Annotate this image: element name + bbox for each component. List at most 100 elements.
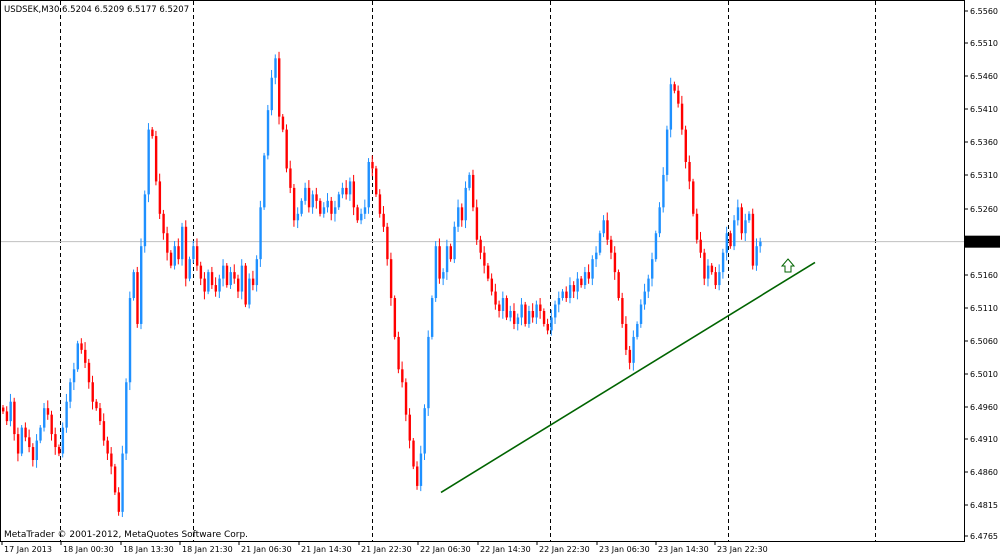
candle[interactable] <box>140 238 143 330</box>
candle[interactable] <box>248 273 251 309</box>
candle[interactable] <box>259 200 262 267</box>
candle[interactable] <box>319 198 322 217</box>
candle[interactable] <box>542 308 546 327</box>
candle[interactable] <box>397 331 400 374</box>
candle[interactable] <box>225 263 229 288</box>
candle-body <box>393 298 397 337</box>
candle[interactable] <box>154 130 158 186</box>
candle[interactable] <box>751 208 755 270</box>
candle-body <box>43 408 46 428</box>
candle-body <box>587 272 591 279</box>
candle[interactable] <box>658 202 661 238</box>
candle[interactable] <box>524 301 527 327</box>
candle-body <box>192 246 195 260</box>
candle[interactable] <box>729 230 732 249</box>
candle[interactable] <box>430 295 434 340</box>
candle[interactable] <box>621 292 624 328</box>
candle[interactable] <box>113 463 117 495</box>
candle[interactable] <box>669 77 673 138</box>
candle[interactable] <box>505 295 508 321</box>
candle[interactable] <box>128 291 132 391</box>
candle[interactable] <box>337 191 341 210</box>
candle[interactable] <box>207 269 210 295</box>
candle-body <box>464 187 467 221</box>
candle[interactable] <box>76 340 79 372</box>
candle[interactable] <box>20 425 24 457</box>
candle[interactable] <box>471 169 475 212</box>
candle-body <box>106 440 109 454</box>
candle-body <box>31 447 35 461</box>
candle[interactable] <box>356 204 359 223</box>
candle-body <box>572 285 576 292</box>
price-chart[interactable]: 6.5560 6.5510 6.5460 6.5410 6.5360 6.5310 6.52… <box>0 0 1000 557</box>
candle-body <box>714 272 717 286</box>
candle-body <box>475 207 479 240</box>
candle[interactable] <box>636 321 639 340</box>
candle[interactable] <box>147 123 150 203</box>
candle[interactable] <box>132 269 135 301</box>
candle-body <box>371 161 374 169</box>
candle[interactable] <box>598 230 602 256</box>
candle[interactable] <box>136 266 139 328</box>
candle-body <box>419 453 423 486</box>
candle[interactable] <box>486 263 490 282</box>
candle[interactable] <box>423 404 426 461</box>
candle[interactable] <box>281 114 285 133</box>
candle-body <box>188 259 191 279</box>
candle[interactable] <box>692 178 695 217</box>
candle[interactable] <box>427 330 430 416</box>
candle-body <box>386 226 389 260</box>
candle-body <box>244 265 247 305</box>
candle[interactable] <box>263 152 266 210</box>
candle-body <box>389 259 393 299</box>
candle-body <box>759 241 762 247</box>
candle[interactable] <box>375 165 378 197</box>
candle-body <box>404 382 408 415</box>
candle[interactable] <box>617 269 620 301</box>
candle-body <box>24 427 27 438</box>
candle[interactable] <box>393 295 397 340</box>
candle-body <box>95 401 98 409</box>
candle-body <box>255 259 259 286</box>
candle[interactable] <box>300 198 303 217</box>
candle[interactable] <box>389 252 393 306</box>
candle-body <box>263 155 266 208</box>
candle[interactable] <box>121 445 124 518</box>
candle[interactable] <box>434 241 438 302</box>
price-tick-label: 6.5410 <box>970 105 998 114</box>
candle[interactable] <box>695 208 699 244</box>
candle-body <box>154 136 158 182</box>
candle[interactable] <box>188 256 191 282</box>
candle-body <box>673 84 676 91</box>
candle-body <box>617 272 620 299</box>
price-tick-label: 6.4910 <box>970 435 998 444</box>
price-tick-label: 6.4765 <box>970 532 998 541</box>
candle[interactable] <box>266 104 270 160</box>
candle[interactable] <box>285 124 288 173</box>
candle[interactable] <box>143 190 147 253</box>
candle-body <box>210 272 214 286</box>
candle[interactable] <box>184 220 188 287</box>
candle-body <box>54 434 57 448</box>
candle[interactable] <box>654 230 658 262</box>
candle[interactable] <box>468 172 471 191</box>
candle[interactable] <box>169 250 173 269</box>
candle-body <box>479 239 482 253</box>
candle-body <box>554 304 557 318</box>
candle[interactable] <box>61 422 65 458</box>
candle[interactable] <box>665 125 669 182</box>
candle-body <box>621 298 624 324</box>
candle-body <box>382 213 385 227</box>
candle[interactable] <box>449 243 452 262</box>
candle[interactable] <box>412 437 415 470</box>
candle[interactable] <box>733 215 736 251</box>
candle-body <box>527 310 531 324</box>
candle[interactable] <box>367 158 370 214</box>
candle[interactable] <box>453 221 456 264</box>
candle-body <box>251 278 255 286</box>
candle[interactable] <box>125 378 128 461</box>
candle[interactable] <box>39 425 42 444</box>
candle-body <box>408 414 411 441</box>
candle[interactable] <box>278 51 281 125</box>
candle[interactable] <box>244 263 247 308</box>
